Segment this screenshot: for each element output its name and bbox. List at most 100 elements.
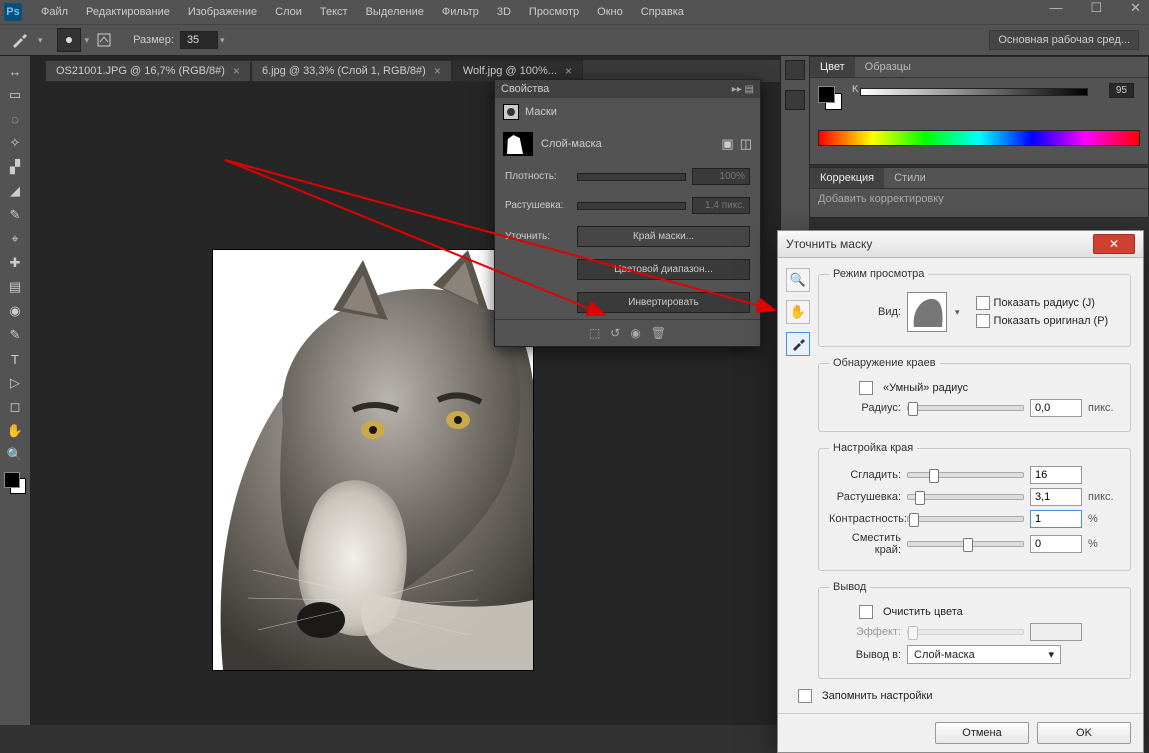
vector-mask-icon[interactable]: ◫ — [740, 136, 752, 152]
k-value[interactable]: 95 — [1109, 83, 1134, 98]
tab-close-icon[interactable]: × — [434, 64, 441, 78]
color-swatches[interactable] — [4, 472, 26, 494]
view-chevron-icon[interactable]: ▾ — [955, 307, 960, 318]
document-tab-1[interactable]: OS21001.JPG @ 16,7% (RGB/8#) × — [45, 60, 251, 82]
menu-window[interactable]: Окно — [588, 0, 632, 24]
tool-menu-chevron-icon[interactable]: ▾ — [38, 35, 43, 46]
density-slider[interactable] — [577, 173, 686, 181]
panel-collapse-icon[interactable]: ▸▸ ▤ — [732, 84, 754, 95]
menu-help[interactable]: Справка — [632, 0, 693, 24]
menu-layers[interactable]: Слои — [266, 0, 311, 24]
brush-preview[interactable] — [57, 28, 81, 52]
cancel-button[interactable]: Отмена — [935, 722, 1029, 744]
menu-image[interactable]: Изображение — [179, 0, 266, 24]
tool-brush[interactable]: ⌖ — [4, 228, 26, 250]
shift-input[interactable] — [1030, 535, 1082, 553]
tab-close-icon[interactable]: × — [565, 64, 572, 78]
ok-button[interactable]: OK — [1037, 722, 1131, 744]
smooth-input[interactable] — [1030, 466, 1082, 484]
color-range-button[interactable]: Цветовой диапазон... — [577, 259, 750, 280]
menu-filter[interactable]: Фильтр — [433, 0, 488, 24]
tab-swatches[interactable]: Образцы — [855, 57, 921, 77]
fg-swatch[interactable] — [818, 86, 835, 103]
mask-from-selection-icon[interactable]: ⬚ — [589, 326, 600, 340]
color-panel: Цвет Образцы K 95 — [809, 56, 1149, 165]
tool-eraser[interactable]: ◉ — [4, 300, 26, 322]
feather2-slider[interactable] — [907, 494, 1024, 500]
brush-size-value[interactable]: 35 — [180, 31, 218, 49]
tool-lasso[interactable]: ◌ — [4, 108, 26, 130]
menu-select[interactable]: Выделение — [357, 0, 433, 24]
disable-mask-icon[interactable]: ◉ — [630, 326, 640, 340]
menu-edit[interactable]: Редактирование — [77, 0, 179, 24]
tab-adjustments[interactable]: Коррекция — [810, 168, 884, 188]
tool-gradient[interactable]: ✎ — [4, 324, 26, 346]
menu-3d[interactable]: 3D — [488, 0, 520, 24]
window-close[interactable]: ✕ — [1130, 0, 1141, 16]
tool-eyedropper[interactable]: ◢ — [4, 180, 26, 202]
k-slider[interactable] — [860, 88, 1088, 96]
adjustments-panel: Коррекция Стили Добавить корректировку — [809, 167, 1149, 218]
radius-slider[interactable] — [907, 405, 1024, 411]
mask-edge-button[interactable]: Край маски... — [577, 226, 750, 247]
document-tab-2[interactable]: 6.jpg @ 33,3% (Слой 1, RGB/8#) × — [251, 60, 452, 82]
tool-move[interactable]: ↔ — [4, 60, 26, 82]
hand-tool-icon[interactable]: ✋ — [786, 300, 810, 324]
menu-file[interactable]: Файл — [32, 0, 77, 24]
tool-shape[interactable]: ◻ — [4, 396, 26, 418]
shift-slider[interactable] — [907, 541, 1024, 547]
menu-view[interactable]: Просмотр — [520, 0, 588, 24]
brush-chevron-icon[interactable]: ▾ — [85, 35, 90, 46]
dock-icon-1[interactable] — [785, 60, 805, 80]
density-value[interactable]: 100% — [692, 168, 750, 185]
smart-radius-checkbox[interactable] — [859, 381, 873, 395]
brush-panel-icon[interactable] — [95, 31, 113, 49]
tool-zoom[interactable]: 🔍 — [4, 444, 26, 466]
invert-button[interactable]: Инвертировать — [577, 292, 750, 313]
feather-slider[interactable] — [577, 202, 686, 210]
tool-hand[interactable]: ✋ — [4, 420, 26, 442]
pixel-mask-icon[interactable]: ▣ — [721, 136, 733, 152]
tool-type[interactable]: T — [4, 348, 26, 370]
foreground-color-swatch[interactable] — [4, 472, 20, 488]
tab-color[interactable]: Цвет — [810, 57, 855, 77]
dialog-close-button[interactable]: ✕ — [1093, 234, 1135, 254]
tool-heal[interactable]: ✎ — [4, 204, 26, 226]
show-original-checkbox[interactable] — [976, 314, 990, 328]
tool-marquee[interactable]: ▭ — [4, 84, 26, 106]
hue-strip[interactable] — [818, 130, 1140, 146]
tool-crop[interactable]: ▞ — [4, 156, 26, 178]
delete-mask-icon[interactable]: 🗑 — [651, 326, 666, 340]
view-thumbnail[interactable] — [907, 292, 947, 332]
tab-styles[interactable]: Стили — [884, 168, 936, 188]
menu-text[interactable]: Текст — [311, 0, 357, 24]
tab-close-icon[interactable]: × — [233, 64, 240, 78]
output-to-dropdown[interactable]: Слой-маска ▾ — [907, 645, 1061, 664]
apply-mask-icon[interactable]: ↺ — [610, 326, 620, 340]
size-chevron-icon[interactable]: ▾ — [220, 35, 225, 46]
window-minimize[interactable]: — — [1049, 0, 1062, 16]
contrast-input[interactable] — [1030, 510, 1082, 528]
workspace-switcher[interactable]: Основная рабочая сред... — [989, 30, 1139, 50]
radius-input[interactable] — [1030, 399, 1082, 417]
decontaminate-checkbox[interactable] — [859, 605, 873, 619]
mask-thumbnail[interactable] — [503, 132, 533, 156]
document-image[interactable] — [213, 250, 533, 670]
tool-stamp[interactable]: ✚ — [4, 252, 26, 274]
dock-icon-2[interactable] — [785, 90, 805, 110]
dialog-title: Уточнить маску — [786, 237, 872, 251]
window-maximize[interactable]: ☐ — [1090, 0, 1102, 16]
feather2-input[interactable] — [1030, 488, 1082, 506]
tool-path[interactable]: ▷ — [4, 372, 26, 394]
remember-checkbox[interactable] — [798, 689, 812, 703]
tool-history[interactable]: ▤ — [4, 276, 26, 298]
smooth-slider[interactable] — [907, 472, 1024, 478]
show-radius-label: Показать радиус (J) — [994, 297, 1095, 309]
show-radius-checkbox[interactable] — [976, 296, 990, 310]
zoom-tool-icon[interactable]: 🔍 — [786, 268, 810, 292]
tool-wand[interactable]: ✧ — [4, 132, 26, 154]
refine-brush-icon[interactable] — [786, 332, 810, 356]
color-swatch-pair[interactable] — [818, 86, 842, 110]
feather-value[interactable]: 1,4 пикс. — [692, 197, 750, 214]
contrast-slider[interactable] — [907, 516, 1024, 522]
